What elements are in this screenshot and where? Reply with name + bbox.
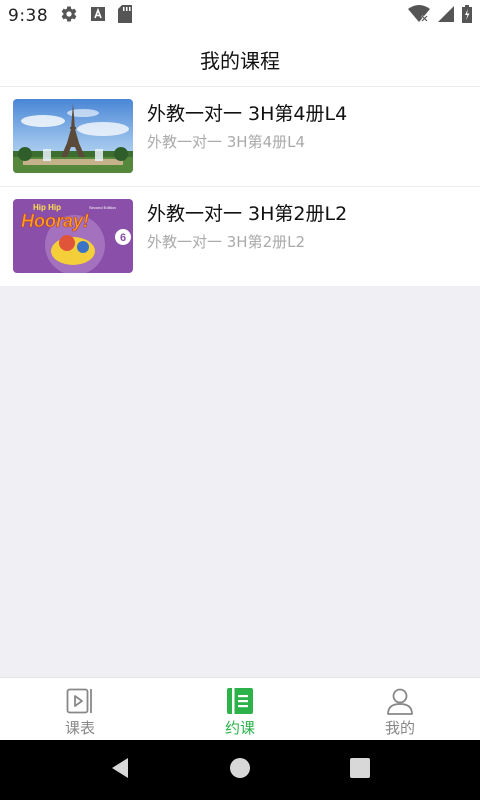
course-title: 外教一对一 3H第2册L2 <box>147 203 348 225</box>
course-item[interactable]: 外教一对一 3H第4册L4 外教一对一 3H第4册L4 <box>0 87 480 187</box>
course-thumbnail-hooray: 6 Hip Hip Second Edition Hooray! <box>13 199 133 273</box>
status-bar: 9:38 <box>0 0 480 32</box>
home-icon <box>229 757 251 783</box>
settings-icon <box>60 5 78 27</box>
tab-schedule[interactable]: 课表 <box>0 678 160 741</box>
cover-number: 6 <box>120 232 126 244</box>
header: 我的课程 <box>0 32 480 87</box>
wifi-icon <box>408 5 430 27</box>
book-icon <box>226 687 254 715</box>
cover-line2: Hooray! <box>21 211 89 231</box>
back-icon <box>110 757 130 783</box>
back-button[interactable] <box>90 740 150 800</box>
course-thumbnail-eiffel <box>13 99 133 173</box>
font-a-icon <box>90 6 106 26</box>
tab-label: 我的 <box>384 719 415 737</box>
schedule-icon <box>66 687 94 715</box>
person-icon <box>386 687 414 715</box>
bottom-tab-bar: 课表 约课 我的 <box>0 677 480 741</box>
course-subtitle: 外教一对一 3H第2册L2 <box>147 233 306 251</box>
battery-icon <box>462 5 472 27</box>
signal-icon <box>438 6 454 26</box>
home-button[interactable] <box>210 740 270 800</box>
course-subtitle: 外教一对一 3H第4册L4 <box>147 133 306 151</box>
sd-card-icon <box>118 5 133 27</box>
status-time: 9:38 <box>8 6 49 26</box>
system-nav-bar <box>0 740 480 800</box>
recents-icon <box>350 758 370 782</box>
cover-edition: Second Edition <box>89 205 116 210</box>
recents-button[interactable] <box>330 740 390 800</box>
course-item[interactable]: 6 Hip Hip Second Edition Hooray! 外教一对一 3… <box>0 187 480 286</box>
page-title: 我的课程 <box>200 48 280 73</box>
tab-booking[interactable]: 约课 <box>160 678 320 741</box>
tab-label: 课表 <box>64 719 95 737</box>
course-list: 外教一对一 3H第4册L4 外教一对一 3H第4册L4 6 Hip Hip Se… <box>0 87 480 286</box>
course-title: 外教一对一 3H第4册L4 <box>147 103 348 125</box>
tab-label: 约课 <box>224 719 255 737</box>
tab-profile[interactable]: 我的 <box>320 678 480 741</box>
